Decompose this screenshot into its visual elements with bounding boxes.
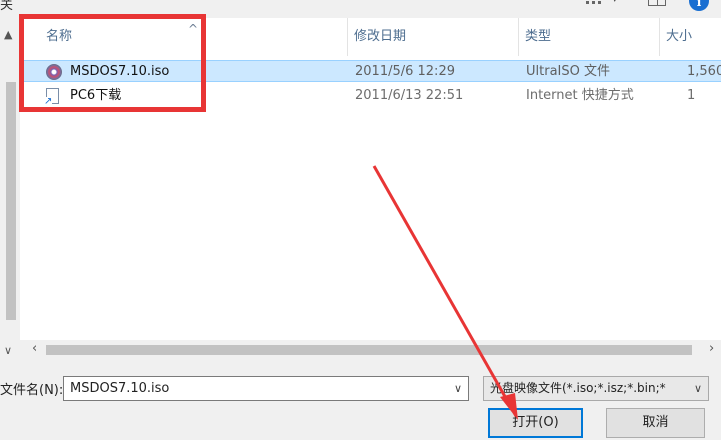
- annotation-arrow: [372, 165, 518, 420]
- annotation-arrow-shaft: [372, 165, 518, 417]
- annotation-arrow-head: [500, 393, 518, 420]
